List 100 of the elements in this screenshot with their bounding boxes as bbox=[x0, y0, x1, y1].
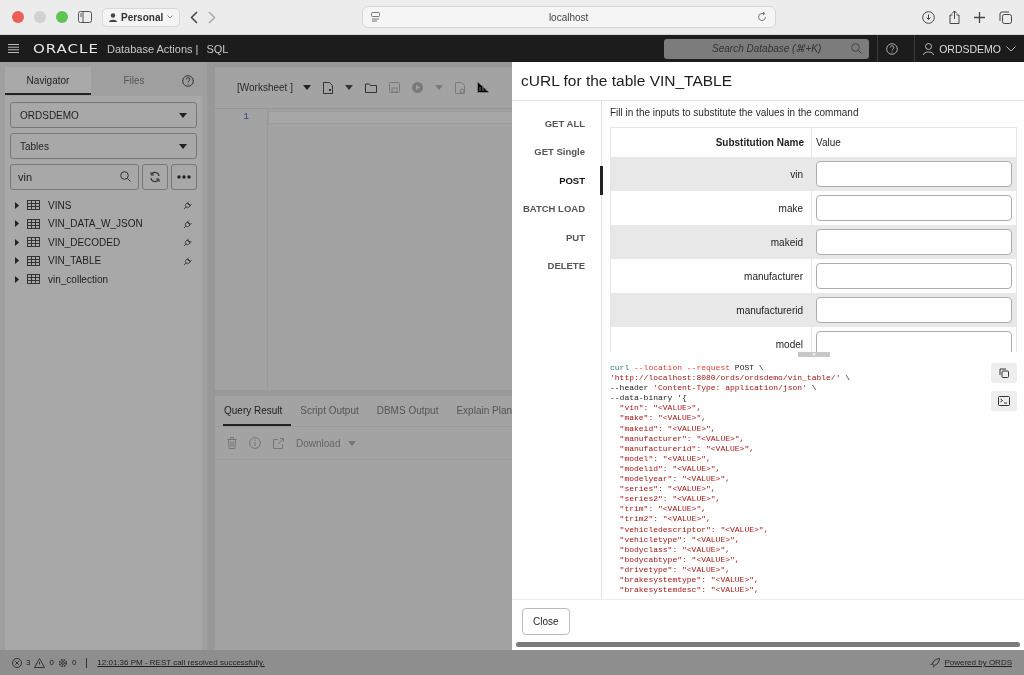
substitution-name: manufacturerid bbox=[611, 293, 812, 327]
expand-arrow-icon[interactable] bbox=[15, 220, 19, 228]
tree-item-label[interactable]: VIN_TABLE bbox=[48, 255, 175, 267]
method-tab[interactable]: GET ALL bbox=[512, 109, 603, 138]
help-icon[interactable] bbox=[182, 75, 194, 87]
code-line: "vehicletype": "<VALUE>", bbox=[618, 534, 741, 545]
expand-arrow-icon[interactable] bbox=[15, 257, 19, 265]
help-icon[interactable] bbox=[886, 42, 899, 55]
horizontal-scrollbar[interactable] bbox=[516, 642, 1020, 647]
code-line: "modelid": "<VALUE>", bbox=[618, 463, 722, 475]
code-line: "make": "<VALUE>", bbox=[618, 413, 707, 424]
method-tab[interactable]: GET Single bbox=[512, 137, 603, 166]
table-icon bbox=[27, 218, 40, 229]
dialog-title: cURL for the table VIN_TABLE bbox=[512, 62, 1024, 101]
new-tab-icon[interactable] bbox=[974, 11, 985, 23]
search-icon bbox=[851, 42, 863, 54]
error-icon[interactable] bbox=[12, 657, 22, 668]
tree-item-label[interactable]: VIN_DATA_W_JSON bbox=[48, 218, 175, 230]
back-icon[interactable] bbox=[190, 10, 199, 24]
more-button[interactable] bbox=[171, 164, 197, 190]
task-count: 0 bbox=[71, 658, 77, 667]
code-line: "brakesystemtype": "<VALUE>", bbox=[618, 574, 760, 586]
close-button[interactable]: Close bbox=[522, 607, 570, 635]
share-icon[interactable] bbox=[949, 10, 960, 24]
new-file-icon[interactable] bbox=[322, 81, 333, 94]
chevron-down-icon bbox=[1006, 45, 1016, 52]
terminal-button[interactable] bbox=[991, 391, 1017, 411]
value-field[interactable] bbox=[816, 297, 1012, 323]
table-icon bbox=[27, 200, 40, 211]
oracle-logo: ORACLE bbox=[33, 41, 99, 56]
method-tab[interactable]: DELETE bbox=[512, 251, 603, 280]
close-window-button[interactable] bbox=[12, 11, 24, 23]
instruction-text: Fill in the inputs to substitute the values in the command bbox=[610, 107, 860, 118]
filter-field[interactable]: vin bbox=[10, 164, 139, 190]
method-tab[interactable]: POST bbox=[512, 166, 603, 195]
user-icon bbox=[923, 42, 935, 55]
navigator-tab[interactable]: Navigator bbox=[5, 67, 91, 95]
result-tab[interactable]: Query Result bbox=[223, 396, 292, 426]
code-line: "model": "<VALUE>", bbox=[618, 453, 712, 464]
value-field[interactable] bbox=[816, 195, 1012, 221]
code-line: "vehicledescriptor": "<VALUE>", bbox=[618, 524, 770, 535]
caret-icon bbox=[434, 85, 443, 90]
product-name: Database Actions | bbox=[106, 42, 199, 55]
caret-icon bbox=[348, 440, 357, 446]
reload-icon[interactable] bbox=[757, 12, 768, 22]
tree-item-label[interactable]: vin_collection bbox=[48, 273, 197, 285]
search-field[interactable]: Search Database (⌘+K) bbox=[664, 38, 870, 59]
code-line: "trim2": "<VALUE>", bbox=[618, 514, 712, 525]
table-icon bbox=[27, 255, 40, 266]
rocket-icon bbox=[930, 657, 941, 668]
code-line: "manufacturerid": "<VALUE>", bbox=[618, 443, 756, 454]
caret-icon bbox=[302, 85, 311, 90]
method-tab[interactable]: PUT bbox=[512, 223, 603, 252]
more-icon bbox=[177, 175, 191, 179]
tree-item-label[interactable]: VIN_DECODED bbox=[48, 236, 175, 248]
download-icon[interactable] bbox=[922, 10, 935, 24]
code-line: 'http://localhost:8080/ords/ordsdemo/vin_table/' \ bbox=[610, 373, 852, 384]
page-icon bbox=[371, 12, 381, 22]
profile-button[interactable]: Personal bbox=[102, 7, 181, 27]
expand-arrow-icon[interactable] bbox=[15, 238, 19, 246]
code-line: --header 'Content-Type: application/json' \ bbox=[610, 383, 818, 394]
value-field[interactable] bbox=[816, 229, 1012, 255]
expand-arrow-icon[interactable] bbox=[15, 275, 19, 283]
copy-button[interactable] bbox=[991, 363, 1017, 383]
schema-select[interactable]: ORDSDEMO bbox=[10, 102, 197, 128]
method-tab[interactable]: BATCH LOAD bbox=[512, 194, 603, 223]
tabs-overview-icon[interactable] bbox=[999, 10, 1012, 24]
substitution-name: makeid bbox=[611, 225, 812, 259]
code-line: "drivetype": "<VALUE>", bbox=[618, 564, 732, 575]
code-line: "bodycabtype": "<VALUE>", bbox=[618, 554, 741, 565]
code-line: "brakesystemdesc": "<VALUE>", bbox=[618, 585, 760, 596]
warning-count: 0 bbox=[49, 658, 54, 667]
caret-icon bbox=[344, 85, 353, 90]
refresh-button[interactable] bbox=[142, 164, 168, 190]
code-line: "bodyclass": "<VALUE>", bbox=[618, 544, 732, 555]
value-field[interactable] bbox=[816, 331, 1012, 352]
expand-arrow-icon[interactable] bbox=[15, 201, 19, 209]
address-bar[interactable]: localhost bbox=[362, 6, 777, 28]
column-header: Value bbox=[811, 128, 1016, 157]
code-line: "vin": "<VALUE>", bbox=[618, 403, 703, 414]
caret-icon bbox=[179, 112, 187, 118]
sidebar-icon[interactable] bbox=[78, 11, 92, 23]
worksheet-selector[interactable]: [Worksheet ] bbox=[237, 82, 311, 93]
value-field[interactable] bbox=[816, 263, 1012, 289]
powered-by-link[interactable]: Powered by ORDS bbox=[944, 658, 1012, 667]
warning-icon[interactable] bbox=[34, 657, 46, 668]
status-message-link[interactable]: 12:01:36 PM - REST call resolved successfully. bbox=[97, 658, 265, 667]
table-icon bbox=[27, 237, 40, 248]
code-line: "trim": "<VALUE>", bbox=[618, 504, 707, 515]
code-line: "makeid": "<VALUE>", bbox=[618, 423, 717, 434]
terminal-icon bbox=[998, 396, 1010, 406]
object-type-select[interactable]: Tables bbox=[10, 133, 197, 159]
value-field[interactable] bbox=[816, 161, 1012, 187]
user-menu-button[interactable]: ORDSDEMO bbox=[923, 42, 1016, 55]
tree-item-label[interactable]: VINS bbox=[48, 199, 175, 211]
folder-icon[interactable] bbox=[364, 82, 377, 93]
resize-handle-icon[interactable] bbox=[797, 352, 830, 357]
substitution-name: vin bbox=[611, 157, 812, 191]
code-line: "manufacturer": "<VALUE>", bbox=[618, 433, 746, 444]
menu-icon[interactable] bbox=[8, 44, 19, 53]
